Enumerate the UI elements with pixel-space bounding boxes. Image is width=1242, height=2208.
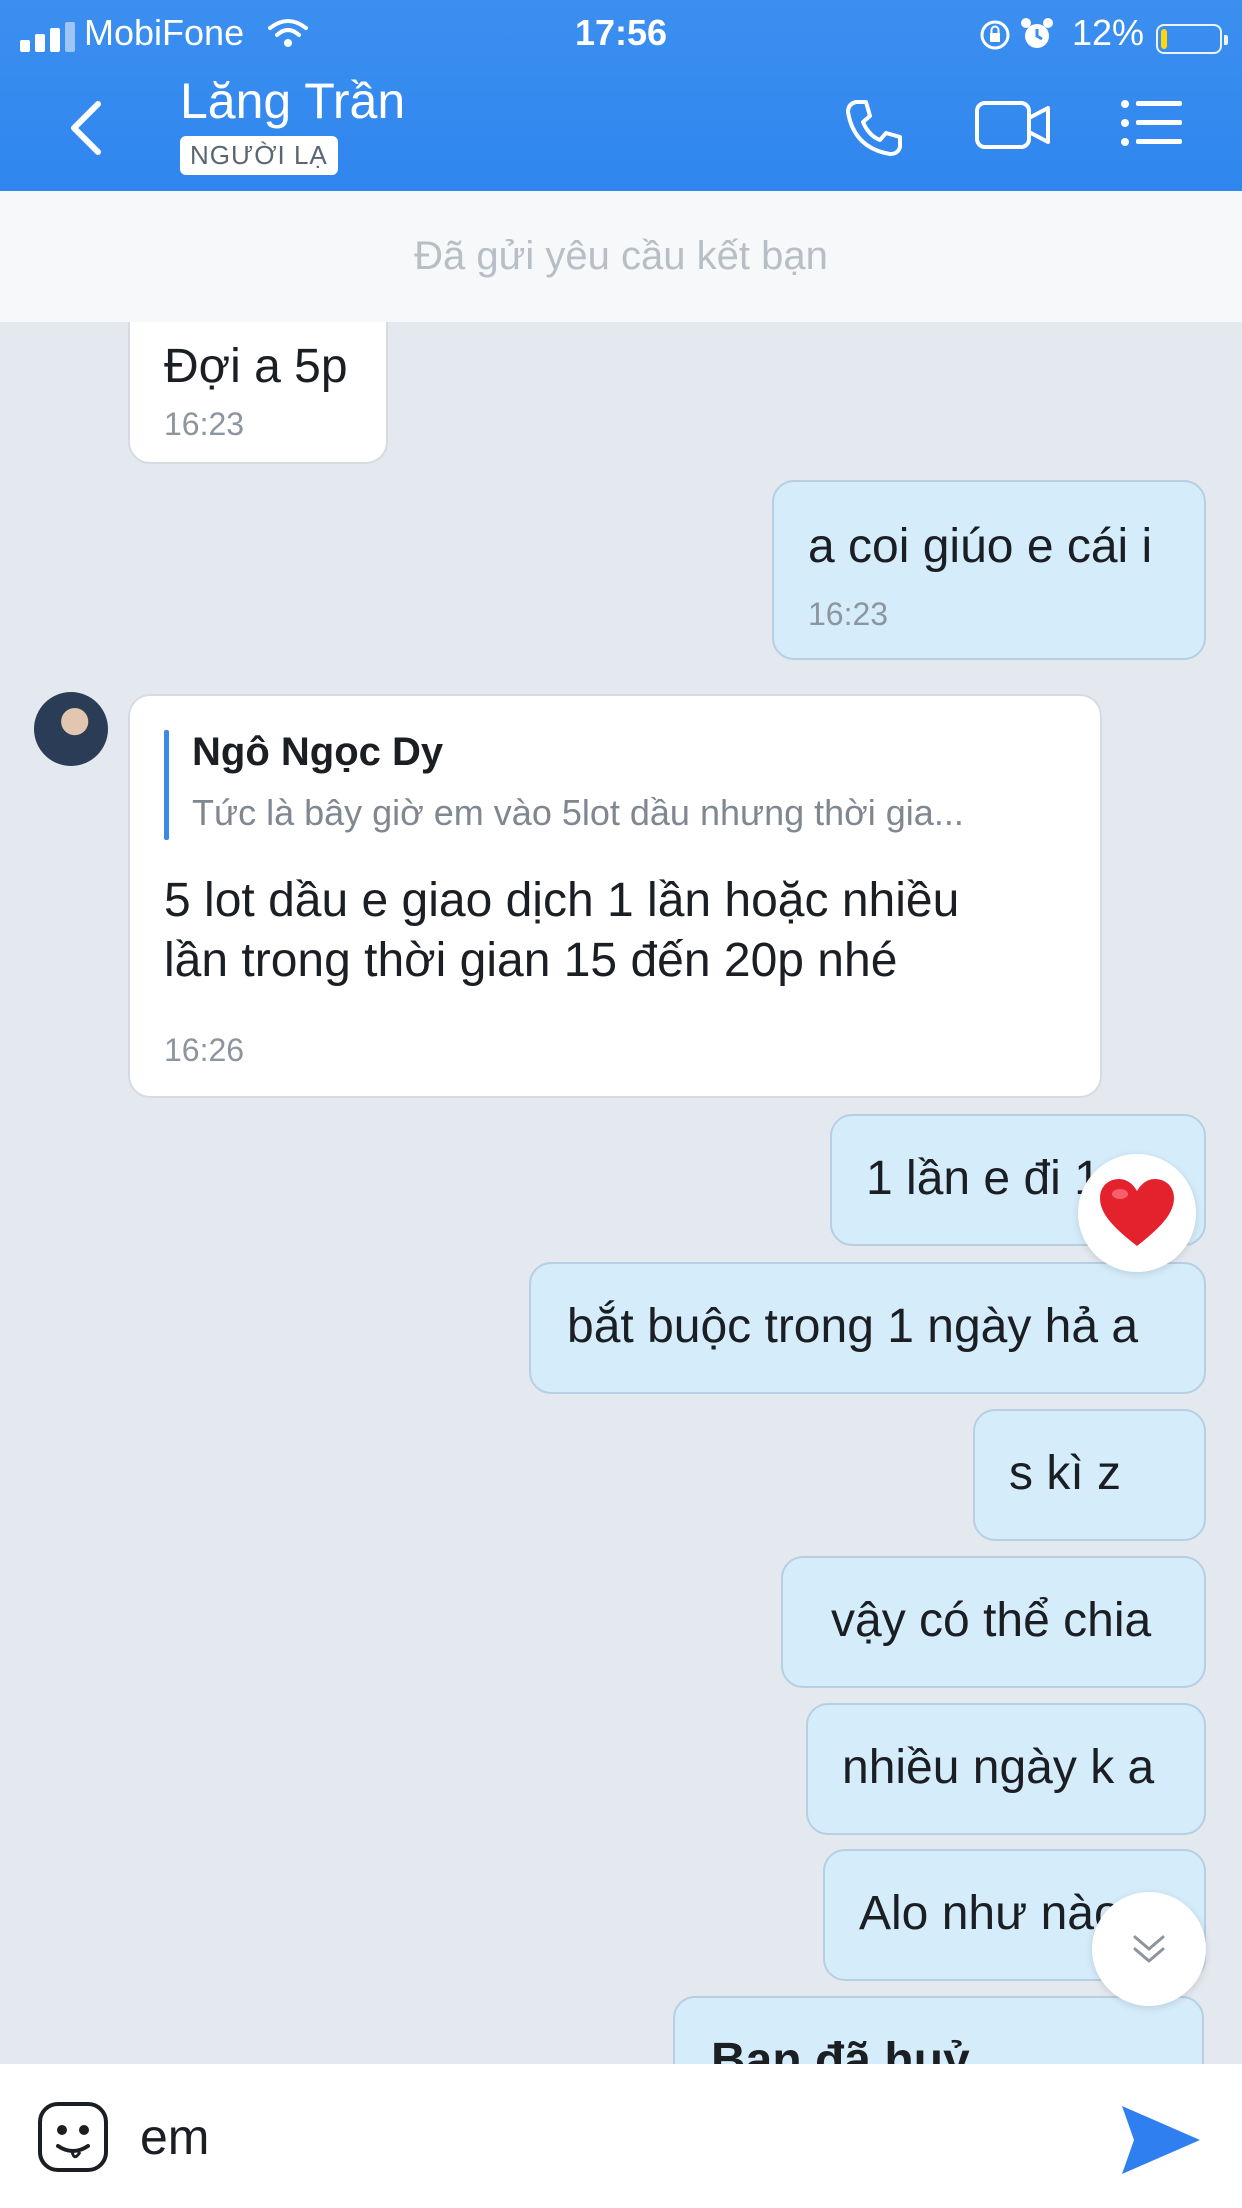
phone-icon[interactable] — [842, 96, 906, 160]
sticker-icon[interactable] — [36, 2100, 110, 2174]
quoted-sender: Ngô Ngọc Dy — [192, 730, 444, 774]
heart-icon — [1100, 1179, 1174, 1246]
message-time: 16:23 — [164, 406, 245, 442]
clock: 17:56 — [574, 12, 668, 53]
status-bar: MobiFone 17:56 12% — [0, 10, 1242, 54]
battery-percent: 12% — [1071, 12, 1144, 53]
message-text: s kì z — [1009, 1447, 1122, 1500]
message-text: bắt buộc trong 1 ngày hả a — [567, 1300, 1139, 1353]
message-outgoing[interactable]: Bạn đã huỷ — [673, 1996, 1204, 2064]
message-outgoing[interactable]: s kì z — [973, 1409, 1206, 1541]
alarm-icon — [1021, 18, 1053, 48]
message-text: 1 lần e đi 1 — [866, 1152, 1101, 1205]
message-outgoing[interactable]: a coi giúo e cái i 16:23 — [772, 480, 1206, 660]
composer: em — [0, 2064, 1242, 2208]
message-text: nhiều ngày k a — [842, 1741, 1155, 1794]
battery-icon — [1156, 24, 1228, 54]
menu-icon[interactable] — [1120, 96, 1184, 150]
stranger-badge: NGƯỜI LẠ — [180, 136, 338, 175]
quoted-message: Tức là bây giờ em vào 5lot dầu nhưng thờ… — [192, 792, 964, 833]
message-list[interactable]: Đợi a 5p 16:23 a coi giúo e cái i 16:23 … — [0, 322, 1242, 2064]
message-text: vậy có thể chia — [831, 1594, 1152, 1647]
message-text-line: lần trong thời gian 15 đến 20p nhé — [164, 934, 898, 987]
message-text-line: 5 lot dầu e giao dịch 1 lần hoặc nhiều — [164, 874, 960, 927]
avatar[interactable] — [34, 692, 108, 766]
message-outgoing[interactable]: nhiều ngày k a — [806, 1703, 1206, 1835]
message-incoming[interactable]: Đợi a 5p 16:23 — [128, 322, 388, 464]
message-incoming-reply[interactable]: Ngô Ngọc Dy Tức là bây giờ em vào 5lot d… — [128, 694, 1102, 1098]
message-time: 16:23 — [808, 596, 889, 632]
chat-header: MobiFone 17:56 12% Lăng Trần NGƯỜI LẠ — [0, 0, 1242, 191]
heart-reaction[interactable] — [1078, 1154, 1196, 1272]
send-icon[interactable] — [1118, 2102, 1204, 2178]
message-outgoing[interactable]: bắt buộc trong 1 ngày hả a — [529, 1262, 1206, 1394]
message-text: Bạn đã huỷ — [711, 2034, 970, 2064]
quote-bar — [164, 730, 169, 840]
rotation-lock-icon — [980, 20, 1010, 50]
double-chevron-down-icon — [1133, 1935, 1165, 1963]
back-arrow-icon[interactable] — [62, 98, 112, 158]
friend-request-banner: Đã gửi yêu cầu kết bạn — [0, 191, 1242, 322]
video-call-icon[interactable] — [974, 96, 1052, 154]
message-input[interactable]: em — [140, 2108, 209, 2166]
message-text: Đợi a 5p — [164, 340, 348, 393]
message-text: a coi giúo e cái i — [808, 520, 1153, 573]
message-outgoing[interactable]: vậy có thể chia — [781, 1556, 1206, 1688]
contact-name[interactable]: Lăng Trần — [180, 72, 405, 130]
scroll-to-bottom-button[interactable] — [1092, 1892, 1206, 2006]
message-time: 16:26 — [164, 1032, 245, 1068]
